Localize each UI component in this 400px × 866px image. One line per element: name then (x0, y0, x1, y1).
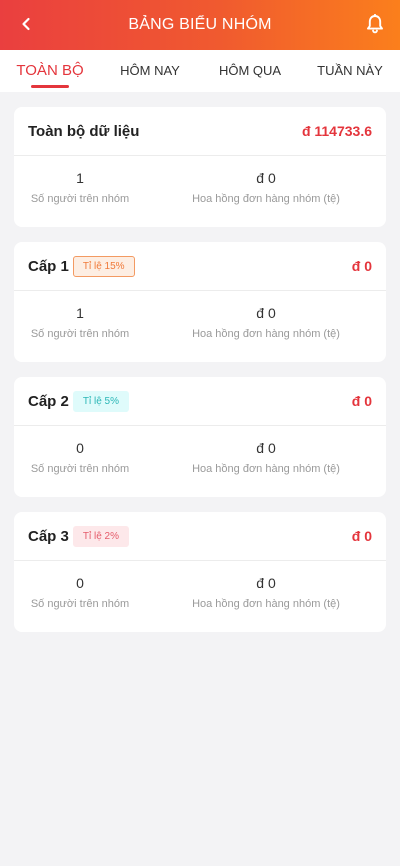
commission-stat: đ 0 Hoa hồng đơn hàng nhóm (tệ) (146, 561, 386, 631)
card-level-3: Cấp 3 Tỉ lệ 2% đ 0 0 Số người trên nhóm … (14, 512, 386, 632)
card-header: Cấp 2 Tỉ lệ 5% đ 0 (14, 377, 386, 426)
chevron-left-icon (22, 17, 30, 31)
commission-value: đ 0 (256, 575, 276, 591)
commission-stat: đ 0 Hoa hồng đơn hàng nhóm (tệ) (146, 156, 386, 226)
card-amount: đ 0 (351, 528, 372, 544)
card-title: Cấp 1 (28, 257, 69, 275)
commission-label: Hoa hồng đơn hàng nhóm (tệ) (192, 463, 340, 475)
members-stat: 1 Số người trên nhóm (14, 156, 146, 226)
members-label: Số người trên nhóm (30, 463, 130, 475)
card-level-1: Cấp 1 Tỉ lệ 15% đ 0 1 Số người trên nhóm… (14, 242, 386, 362)
card-body: 1 Số người trên nhóm đ 0 Hoa hồng đơn hà… (14, 291, 386, 361)
card-header: Cấp 3 Tỉ lệ 2% đ 0 (14, 512, 386, 561)
card-title: Toàn bộ dữ liệu (28, 122, 140, 140)
card-amount: đ 114733.6 (301, 123, 372, 139)
members-value: 0 (76, 440, 84, 456)
bell-icon (367, 14, 383, 34)
members-stat: 1 Số người trên nhóm (14, 291, 146, 361)
commission-stat: đ 0 Hoa hồng đơn hàng nhóm (tệ) (146, 426, 386, 496)
commission-label: Hoa hồng đơn hàng nhóm (tệ) (192, 328, 340, 340)
tab-today[interactable]: HÔM NAY (100, 50, 200, 92)
card-body: 0 Số người trên nhóm đ 0 Hoa hồng đơn hà… (14, 426, 386, 496)
card-header: Toàn bộ dữ liệu đ 114733.6 (14, 107, 386, 156)
tab-today-label: HÔM NAY (120, 63, 180, 78)
tab-this-week[interactable]: TUẦN NÀY (300, 50, 400, 92)
commission-label: Hoa hồng đơn hàng nhóm (tệ) (192, 598, 340, 610)
tab-this-week-label: TUẦN NÀY (317, 63, 383, 78)
stats-cards: Toàn bộ dữ liệu đ 114733.6 1 Số người tr… (14, 107, 386, 647)
period-tabs: TOÀN BỘ HÔM NAY HÔM QUA TUẦN NÀY (0, 50, 400, 92)
card-title: Cấp 2 (28, 392, 69, 410)
members-label: Số người trên nhóm (30, 193, 130, 205)
card-all-data: Toàn bộ dữ liệu đ 114733.6 1 Số người tr… (14, 107, 386, 227)
page-title: BẢNG BIỂU NHÓM (128, 16, 272, 33)
rate-badge: Tỉ lệ 5% (72, 390, 129, 412)
commission-value: đ 0 (256, 440, 276, 456)
back-button[interactable] (14, 12, 38, 36)
commission-value: đ 0 (256, 305, 276, 321)
card-title: Cấp 3 (28, 527, 69, 545)
rate-badge: Tỉ lệ 15% (72, 255, 135, 277)
commission-stat: đ 0 Hoa hồng đơn hàng nhóm (tệ) (146, 291, 386, 361)
card-header: Cấp 1 Tỉ lệ 15% đ 0 (14, 242, 386, 291)
app-header: BẢNG BIỂU NHÓM (0, 0, 400, 50)
notification-button[interactable] (364, 13, 386, 35)
card-body: 1 Số người trên nhóm đ 0 Hoa hồng đơn hà… (14, 156, 386, 226)
commission-value: đ 0 (256, 170, 276, 186)
tab-yesterday[interactable]: HÔM QUA (200, 50, 300, 92)
active-tab-indicator (31, 85, 69, 88)
members-stat: 0 Số người trên nhóm (14, 561, 146, 631)
tab-all-label: TOÀN BỘ (16, 62, 84, 79)
members-label: Số người trên nhóm (30, 598, 130, 610)
commission-label: Hoa hồng đơn hàng nhóm (tệ) (192, 193, 340, 205)
card-amount: đ 0 (351, 393, 372, 409)
tab-all[interactable]: TOÀN BỘ (0, 50, 100, 92)
members-value: 0 (76, 575, 84, 591)
card-body: 0 Số người trên nhóm đ 0 Hoa hồng đơn hà… (14, 561, 386, 631)
rate-badge: Tỉ lệ 2% (72, 525, 129, 547)
card-level-2: Cấp 2 Tỉ lệ 5% đ 0 0 Số người trên nhóm … (14, 377, 386, 497)
card-amount: đ 0 (351, 258, 372, 274)
members-value: 1 (76, 305, 84, 321)
members-stat: 0 Số người trên nhóm (14, 426, 146, 496)
members-value: 1 (76, 170, 84, 186)
members-label: Số người trên nhóm (30, 328, 130, 340)
tab-yesterday-label: HÔM QUA (218, 63, 282, 78)
